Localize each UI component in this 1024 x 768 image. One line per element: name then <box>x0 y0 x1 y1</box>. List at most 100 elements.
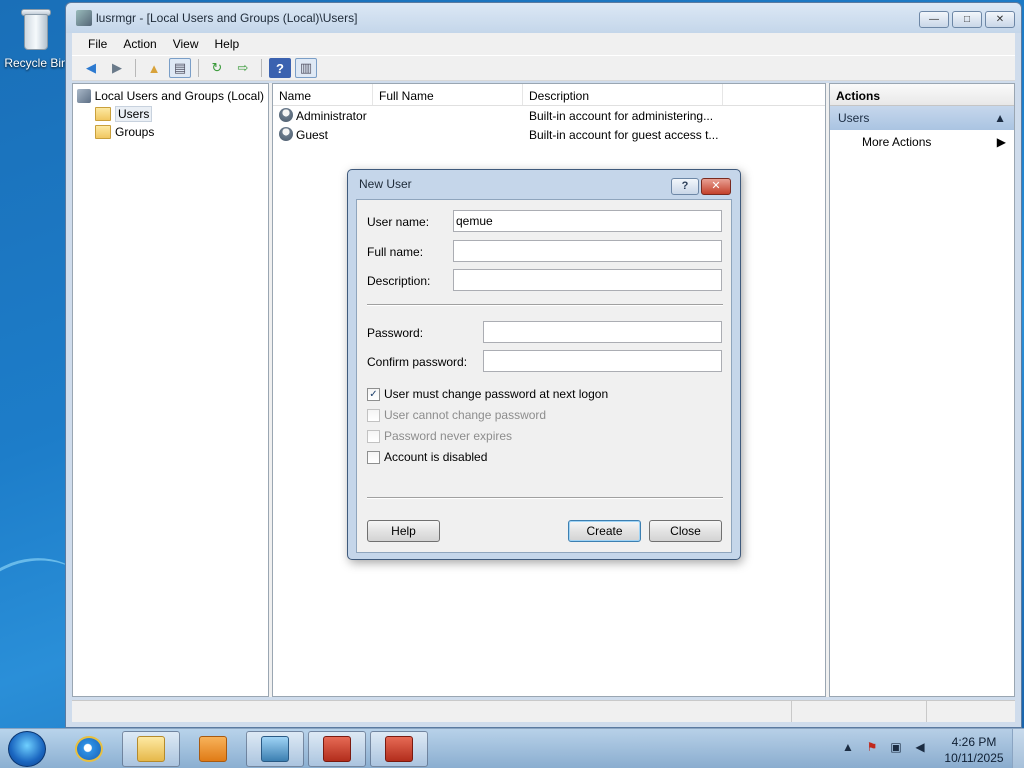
start-button[interactable] <box>8 731 46 767</box>
up-folder-icon[interactable]: ▲ <box>143 58 165 78</box>
clock-date: 10/11/2025 <box>944 751 1004 765</box>
tree-root-label: Local Users and Groups (Local) <box>94 89 264 103</box>
must-change-password-label: User must change password at next logon <box>384 387 609 401</box>
tree-item-users[interactable]: Users <box>77 105 264 123</box>
lusrmgr-app-icon <box>76 10 92 26</box>
status-section-2 <box>792 701 927 722</box>
user-icon <box>279 108 293 122</box>
cannot-change-password-label: User cannot change password <box>384 408 547 422</box>
menu-help[interactable]: Help <box>207 37 248 51</box>
recycle-bin-icon <box>19 6 53 52</box>
new-user-dialog: New User ? ✕ User name: Full name: Descr… <box>347 169 741 560</box>
toolbar: ◀ ▶ ▲ ▤ ↻ ⇨ ? ▥ <box>72 55 1015 81</box>
column-header-name[interactable]: Name <box>273 84 373 105</box>
minimize-button[interactable]: — <box>919 11 949 28</box>
toolbar-separator <box>198 59 199 77</box>
dialog-close-icon[interactable]: ✕ <box>701 178 731 195</box>
actions-section-users[interactable]: Users ▲ <box>830 106 1014 130</box>
column-header-description[interactable]: Description <box>523 84 723 105</box>
menu-view[interactable]: View <box>165 37 207 51</box>
window-close-button[interactable]: ✕ <box>985 11 1015 28</box>
menu-file[interactable]: File <box>80 37 115 51</box>
tree-item-groups[interactable]: Groups <box>77 123 264 141</box>
recycle-bin-label: Recycle Bin <box>4 56 68 70</box>
tree-item-root[interactable]: Local Users and Groups (Local) <box>77 87 264 105</box>
list-header: Name Full Name Description <box>273 84 825 106</box>
folder-icon <box>95 125 111 139</box>
user-name-input[interactable] <box>453 210 722 232</box>
list-row-guest[interactable]: Guest Built-in account for guest access … <box>273 125 825 144</box>
confirm-password-input[interactable] <box>483 350 722 372</box>
dialog-help-icon[interactable]: ? <box>671 178 699 195</box>
column-header-full-name[interactable]: Full Name <box>373 84 523 105</box>
status-section-main <box>72 701 792 722</box>
account-disabled-checkbox[interactable]: Account is disabled <box>367 450 487 464</box>
description-label: Description: <box>367 274 431 288</box>
more-actions-label: More Actions <box>862 135 932 149</box>
taskbar-lusrmgr[interactable] <box>370 731 428 767</box>
internet-explorer-icon <box>75 736 103 762</box>
export-list-icon[interactable]: ⇨ <box>232 58 254 78</box>
submenu-arrow-icon: ▶ <box>996 135 1006 149</box>
cannot-change-password-checkbox[interactable]: User cannot change password <box>367 408 546 422</box>
network-icon[interactable]: ▣ <box>888 739 904 755</box>
folder-icon <box>95 107 111 121</box>
taskbar-computer-management[interactable] <box>308 731 366 767</box>
show-hide-tree-icon[interactable]: ▤ <box>169 58 191 78</box>
checkbox-unchecked-icon <box>367 408 380 422</box>
notification-area: ▲ ⚑ ▣ ◀ <box>840 739 928 755</box>
help-button[interactable]: Help <box>367 520 440 542</box>
close-button[interactable]: Close <box>649 520 722 542</box>
show-desktop-button[interactable] <box>1012 729 1024 768</box>
user-name-label: User name: <box>367 215 430 229</box>
taskbar-media-player[interactable] <box>184 731 242 767</box>
taskbar-control-panel[interactable] <box>246 731 304 767</box>
user-description-cell: Built-in account for administering... <box>529 108 714 123</box>
media-player-icon <box>199 736 227 762</box>
checkbox-unchecked-icon <box>367 429 380 443</box>
console-tree: Local Users and Groups (Local) Users Gro… <box>72 83 269 697</box>
user-description-cell: Built-in account for guest access t... <box>529 127 719 142</box>
clock-time: 4:26 PM <box>951 735 997 749</box>
file-explorer-icon <box>137 736 165 762</box>
show-hide-action-pane-icon[interactable]: ▥ <box>295 58 317 78</box>
window-title: lusrmgr - [Local Users and Groups (Local… <box>96 11 358 25</box>
actions-pane: Actions Users ▲ More Actions ▶ <box>829 83 1015 697</box>
description-input[interactable] <box>453 269 722 291</box>
must-change-password-checkbox[interactable]: ✓ User must change password at next logo… <box>367 387 608 401</box>
back-arrow-icon[interactable]: ◀ <box>80 58 102 78</box>
system-clock[interactable]: 4:26 PM 10/11/2025 <box>938 734 1010 766</box>
password-input[interactable] <box>483 321 722 343</box>
tree-groups-label: Groups <box>115 125 155 139</box>
forward-arrow-icon[interactable]: ▶ <box>106 58 128 78</box>
user-name-cell: Administrator <box>296 109 367 123</box>
window-titlebar[interactable]: lusrmgr - [Local Users and Groups (Local… <box>66 3 1021 33</box>
control-panel-icon <box>261 736 289 762</box>
maximize-button[interactable]: □ <box>952 11 982 28</box>
help-icon[interactable]: ? <box>269 58 291 78</box>
show-hidden-icons-arrow[interactable]: ▲ <box>840 739 856 755</box>
create-button[interactable]: Create <box>568 520 641 542</box>
full-name-label: Full name: <box>367 245 424 259</box>
toolbar-separator <box>261 59 262 77</box>
dialog-body: User name: Full name: Description: Passw… <box>356 199 732 553</box>
list-row-administrator[interactable]: Administrator Built-in account for admin… <box>273 106 825 125</box>
menu-action[interactable]: Action <box>115 37 164 51</box>
user-name-cell: Guest <box>296 128 329 142</box>
status-section-3 <box>927 701 1015 722</box>
more-actions-item[interactable]: More Actions ▶ <box>830 130 1014 154</box>
dialog-divider <box>367 497 723 499</box>
volume-muted-icon[interactable]: ◀ <box>912 739 928 755</box>
refresh-icon[interactable]: ↻ <box>206 58 228 78</box>
dialog-divider <box>367 304 723 306</box>
taskbar-explorer[interactable] <box>122 731 180 767</box>
password-never-expires-checkbox[interactable]: Password never expires <box>367 429 512 443</box>
toolbox-icon <box>385 736 413 762</box>
full-name-input[interactable] <box>453 240 722 262</box>
collapse-arrow-icon[interactable]: ▲ <box>994 111 1006 125</box>
action-center-flag-icon[interactable]: ⚑ <box>864 739 880 755</box>
recycle-bin-shortcut[interactable]: Recycle Bin <box>4 6 68 70</box>
confirm-password-label: Confirm password: <box>367 355 468 369</box>
taskbar-internet-explorer[interactable] <box>60 731 118 767</box>
menubar: File Action View Help <box>72 33 1015 55</box>
